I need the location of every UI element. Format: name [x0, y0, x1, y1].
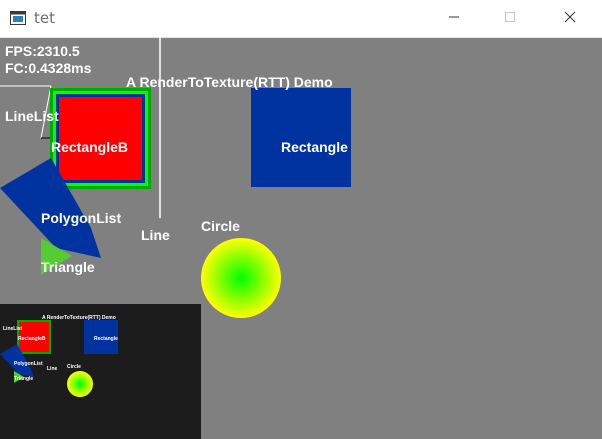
- close-button[interactable]: [547, 0, 593, 37]
- preview-circle-label: Circle: [67, 364, 81, 370]
- app-icon: [10, 11, 26, 25]
- preview-line-label: Line: [47, 366, 58, 372]
- preview-linelist-label: LineList: [3, 326, 23, 332]
- preview-title: A RenderToTexture(RTT) Demo: [42, 315, 116, 321]
- title-bar[interactable]: tet: [0, 0, 602, 38]
- maximize-button[interactable]: [487, 0, 533, 37]
- preview-rectangleb-label: RectangleB: [18, 336, 46, 342]
- minimize-button[interactable]: [431, 0, 477, 37]
- rectangle-shape: [251, 88, 351, 187]
- rtt-preview: A RenderToTexture(RTT) Demo LineList Rec…: [0, 304, 201, 439]
- render-canvas[interactable]: FPS:2310.5 FC:0.4328ms A RenderToTexture…: [0, 38, 602, 439]
- polygonlist-label: PolygonList: [41, 210, 122, 226]
- maximize-icon: [504, 10, 516, 28]
- line-label: Line: [141, 227, 170, 243]
- circle-shape: [201, 238, 281, 318]
- preview-triangle-label: Triangle: [14, 376, 34, 382]
- preview-shapes: [0, 320, 118, 397]
- fps-counter: FPS:2310.5: [5, 43, 80, 59]
- rectangleb-label: RectangleB: [51, 139, 129, 155]
- close-icon: [564, 10, 576, 28]
- rectangle-label: Rectangle: [281, 139, 348, 155]
- scene-title: A RenderToTexture(RTT) Demo: [126, 74, 333, 90]
- minimize-icon: [448, 10, 460, 28]
- triangle-label: Triangle: [41, 259, 95, 275]
- preview-rectangle-label: Rectangle: [94, 336, 118, 342]
- circle-label: Circle: [201, 218, 240, 234]
- preview-polygonlist-label: PolygonList: [14, 361, 43, 367]
- linelist-label: LineList: [5, 108, 59, 124]
- frame-cost-counter: FC:0.4328ms: [5, 60, 92, 76]
- window-title: tet: [34, 9, 55, 27]
- app-window: tet FPS:2310.5 FC:0.4328ms A RenderToTex…: [0, 0, 602, 439]
